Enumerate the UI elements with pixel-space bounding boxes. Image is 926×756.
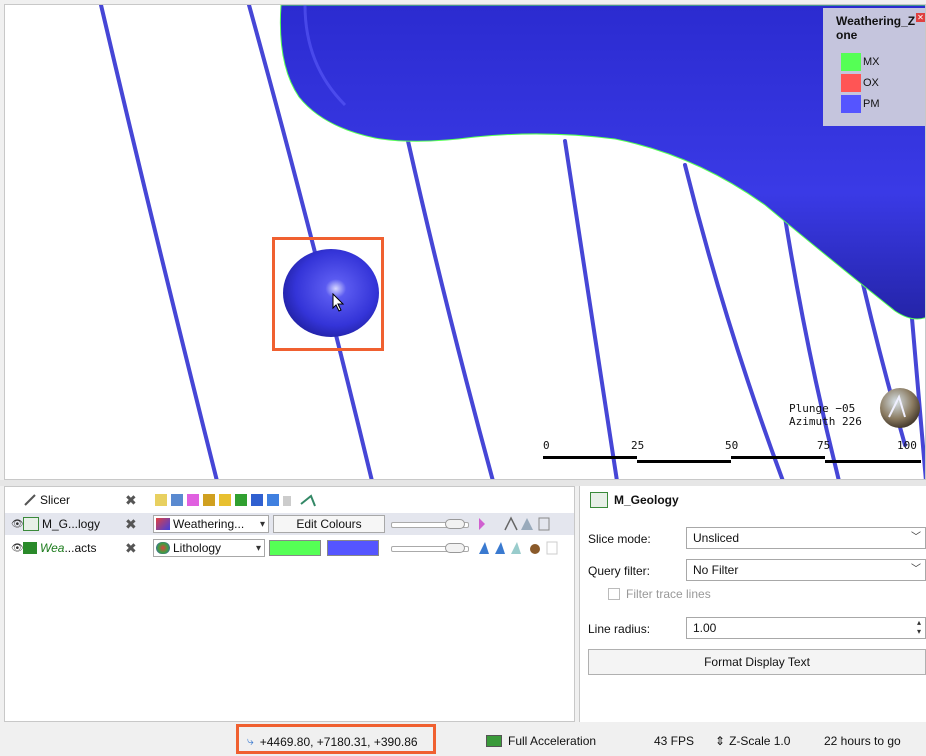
legend-swatch — [841, 74, 861, 92]
slicer-icon — [24, 494, 36, 506]
orientation-globe-icon[interactable] — [879, 387, 921, 429]
legend-item-mx: MX — [841, 53, 880, 71]
legend-close-icon[interactable]: ✕ — [916, 13, 925, 22]
slider-knob[interactable] — [445, 519, 465, 529]
zscale-control[interactable]: ⇕ Z-Scale 1.0 — [715, 734, 790, 748]
filter-trace-lines-checkbox[interactable]: Filter trace lines — [608, 587, 711, 601]
scene-viewport[interactable]: Weathering_Zone ✕ MX OX PM Plunge −05 Az… — [4, 4, 926, 480]
slider-knob[interactable] — [445, 543, 465, 553]
scene-graphics — [99, 5, 925, 479]
monitor-icon — [486, 735, 502, 747]
fps-readout: 43 FPS — [654, 734, 695, 748]
legend-item-ox: OX — [841, 74, 879, 92]
acceleration-status: Full Acceleration — [486, 734, 596, 748]
properties-panel: M_Geology Slice mode: Unsliced ﹀ Query fi… — [579, 486, 926, 722]
colour-mode-select[interactable]: Weathering... ▾ — [153, 515, 269, 533]
contacts-icon — [23, 542, 37, 554]
drillhole-line — [99, 5, 219, 479]
edit-colours-button[interactable]: Edit Colours — [273, 515, 385, 533]
time-remaining: 22 hours to go — [824, 734, 901, 748]
drillhole-line — [563, 139, 619, 479]
highlight-box — [272, 237, 384, 351]
mesh-icon — [23, 517, 39, 531]
orientation-readout: Plunge −05 Azimuth 226 — [789, 402, 862, 428]
drillhole-line — [683, 163, 785, 479]
remove-icon[interactable]: ✖ — [125, 540, 137, 557]
properties-title: M_Geology — [590, 492, 679, 508]
slicer-tools-icons[interactable] — [155, 492, 335, 508]
query-filter-select[interactable]: No Filter ﹀ — [686, 559, 926, 581]
axes-icon: ⤷ — [247, 734, 254, 748]
colour-mode-select[interactable]: Lithology ▾ — [153, 539, 265, 557]
slice-mode-select[interactable]: Unsliced ﹀ — [686, 527, 926, 549]
line-radius-spinner[interactable]: 1.00 ▴ ▾ — [686, 617, 926, 639]
colour-swatch-mx[interactable] — [269, 540, 321, 556]
eye-icon[interactable]: 👁 — [11, 519, 24, 530]
legend-swatch — [841, 53, 861, 71]
remove-icon[interactable]: ✖ — [125, 492, 137, 509]
object-row-m-geology[interactable]: 👁 M_G...logy ✖ Weathering... ▾ Edit Colou… — [5, 513, 574, 535]
drillhole-line — [406, 139, 495, 479]
legend-item-pm: PM — [841, 95, 880, 113]
coordinates-readout: ⤷ +4469.80, +7180.31, +390.86 — [247, 734, 418, 749]
colour-swatch-pm[interactable] — [327, 540, 379, 556]
scale-bar: 0 25 50 75 100 — [543, 439, 923, 469]
object-row-weathering-contacts[interactable]: 👁 Wea...acts ✖ Lithology ▾ — [5, 537, 574, 559]
mouse-cursor-icon — [332, 293, 345, 312]
legend-title: Weathering_Zone — [836, 14, 916, 42]
remove-icon[interactable]: ✖ — [125, 516, 137, 533]
eye-icon[interactable]: 👁 — [11, 543, 24, 554]
legend-swatch — [841, 95, 861, 113]
lithology-icon — [156, 542, 170, 554]
render-options-icons[interactable] — [475, 516, 571, 532]
format-display-text-button[interactable]: Format Display Text — [588, 649, 926, 675]
mesh-icon — [590, 492, 608, 508]
object-list-panel: Slicer ✖ 👁 M_G...logy ✖ Weathering... ▾ E… — [4, 486, 575, 722]
status-bar: ⤷ +4469.80, +7180.31, +390.86 Full Accel… — [0, 724, 926, 756]
object-row-slicer[interactable]: Slicer ✖ — [5, 489, 574, 511]
zscale-icon: ⇕ — [715, 734, 726, 748]
colour-mode-icon — [156, 518, 170, 530]
legend-panel: Weathering_Zone ✕ MX OX PM — [823, 8, 925, 126]
render-options-icons[interactable] — [475, 540, 571, 556]
